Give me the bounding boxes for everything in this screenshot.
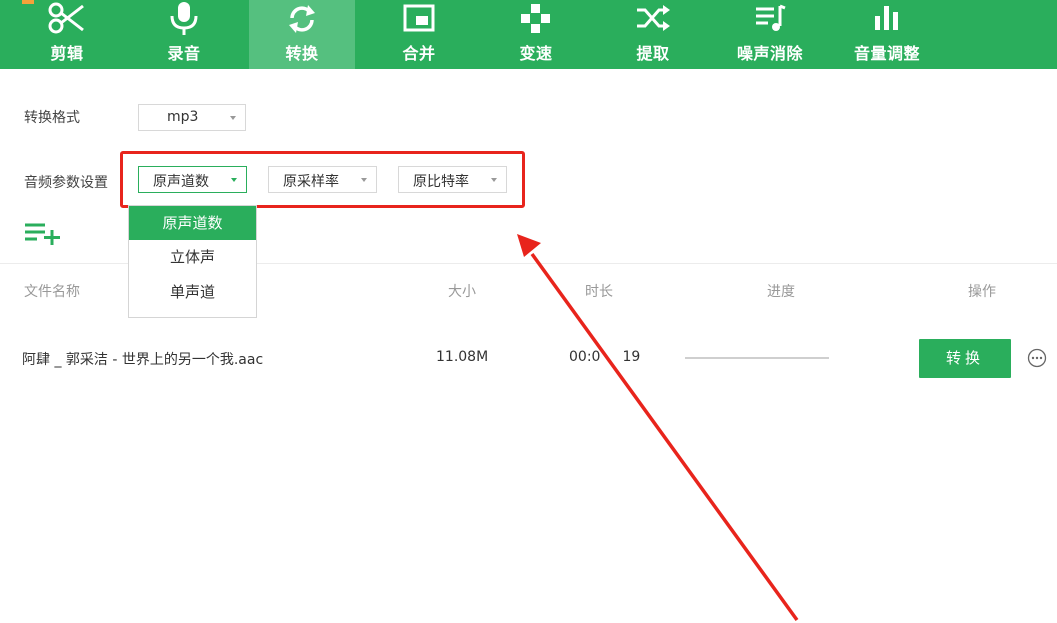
tool-extract[interactable]: 提取 xyxy=(600,0,706,69)
tool-label: 音量调整 xyxy=(853,44,920,63)
tool-label: 变速 xyxy=(519,44,553,63)
speed-icon xyxy=(483,2,589,36)
microphone-icon xyxy=(131,2,237,36)
header-size: 大小 xyxy=(448,284,476,300)
tool-label: 噪声消除 xyxy=(736,44,803,63)
dropdown-option-original[interactable]: 原声道数 xyxy=(129,206,256,240)
convert-button[interactable]: 转换 xyxy=(919,339,1011,378)
tool-volume[interactable]: 音量调整 xyxy=(834,0,940,69)
file-size: 11.08M xyxy=(436,349,489,365)
shuffle-icon xyxy=(600,2,706,36)
add-file-icon[interactable] xyxy=(25,222,63,250)
header-progress: 进度 xyxy=(767,284,795,300)
merge-icon xyxy=(366,2,472,36)
convert-icon xyxy=(249,2,355,36)
noise-icon xyxy=(717,2,823,36)
tool-cut[interactable]: 剪辑 xyxy=(14,0,120,69)
dropdown-option-mono[interactable]: 单声道 xyxy=(129,275,256,309)
tool-denoise[interactable]: 噪声消除 xyxy=(717,0,823,69)
tool-label: 合并 xyxy=(402,44,436,63)
format-value: mp3 xyxy=(167,109,199,125)
tool-merge[interactable]: 合并 xyxy=(366,0,472,69)
tool-label: 录音 xyxy=(167,44,201,63)
scissors-icon xyxy=(14,2,120,36)
tool-convert[interactable]: 转换 xyxy=(249,0,355,69)
chevron-down-icon xyxy=(230,116,236,120)
file-duration: 00:0 19 xyxy=(569,349,641,365)
header-action: 操作 xyxy=(968,284,996,300)
format-label: 转换格式 xyxy=(24,110,80,126)
header-duration: 时长 xyxy=(585,284,613,300)
annotation-highlight-box xyxy=(120,151,525,208)
format-select[interactable]: mp3 xyxy=(138,104,246,131)
tool-label: 剪辑 xyxy=(50,44,84,63)
more-options-icon[interactable] xyxy=(1027,348,1047,372)
main-toolbar: 剪辑 录音 转换 合并 变速 提取 噪声消除 音量调整 xyxy=(0,0,1057,69)
header-name: 文件名称 xyxy=(24,284,80,300)
tool-label: 提取 xyxy=(636,44,670,63)
params-label: 音频参数设置 xyxy=(24,175,108,191)
tool-speed[interactable]: 变速 xyxy=(483,0,589,69)
tool-record[interactable]: 录音 xyxy=(131,0,237,69)
channels-dropdown: 原声道数 立体声 单声道 xyxy=(128,205,257,318)
tool-label: 转换 xyxy=(285,44,319,63)
dropdown-option-stereo[interactable]: 立体声 xyxy=(129,240,256,274)
file-name: 阿肆 _ 郭采洁 - 世界上的另一个我.aac xyxy=(22,352,264,368)
volume-bars-icon xyxy=(834,2,940,36)
progress-bar xyxy=(685,357,829,359)
